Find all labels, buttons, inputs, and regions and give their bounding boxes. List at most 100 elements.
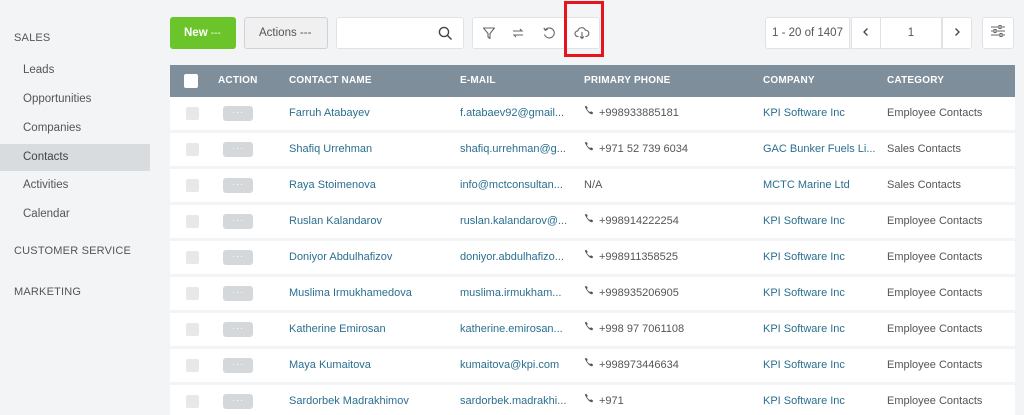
row-action-button[interactable]: ··· [223,214,253,229]
table-row[interactable]: ··· Ruslan Kalandarov ruslan.kalandarov@..… [170,205,1015,238]
row-checkbox[interactable] [186,359,199,372]
sidebar-item-calendar[interactable]: Calendar [0,201,150,228]
company-link[interactable]: KPI Software Inc [763,277,881,310]
email-link[interactable]: doniyor.abdulhafizo... [460,241,578,274]
search-icon[interactable] [438,26,453,46]
phone-cell: +998935206905 [584,277,756,310]
company-link[interactable]: GAC Bunker Fuels Li... [763,133,881,166]
row-action-button[interactable]: ··· [223,250,253,265]
sliders-icon [990,24,1006,43]
company-link[interactable]: KPI Software Inc [763,385,881,415]
phone-icon [584,349,594,381]
contact-name-link[interactable]: Katherine Emirosan [289,313,454,346]
email-link[interactable]: info@mctconsultan... [460,169,578,202]
row-action-button[interactable]: ··· [223,286,253,301]
company-link[interactable]: KPI Software Inc [763,349,881,382]
phone-cell: +971 [584,385,756,415]
email-link[interactable]: katherine.emirosan... [460,313,578,346]
row-checkbox[interactable] [186,287,199,300]
swap-icon[interactable] [502,18,534,48]
highlight-box [564,1,604,57]
row-action-button[interactable]: ··· [223,178,253,193]
row-checkbox[interactable] [186,143,199,156]
header-category[interactable]: CATEGORY [887,65,944,97]
new-button[interactable]: New --- [170,17,236,49]
row-action-button[interactable]: ··· [223,322,253,337]
row-checkbox[interactable] [186,179,199,192]
row-checkbox[interactable] [186,323,199,336]
table-row[interactable]: ··· Muslima Irmukhamedova muslima.irmukham… [170,277,1015,310]
table-row[interactable]: ··· Raya Stoimenova info@mctconsultan... N/… [170,169,1015,202]
sidebar-section-sales[interactable]: SALES [14,32,50,44]
contact-name-link[interactable]: Ruslan Kalandarov [289,205,454,238]
contact-name-link[interactable]: Muslima Irmukhamedova [289,277,454,310]
table-row[interactable]: ··· Katherine Emirosan katherine.emirosan.… [170,313,1015,346]
new-button-label: New [184,27,208,39]
company-link[interactable]: KPI Software Inc [763,97,881,130]
row-action-button[interactable]: ··· [223,394,253,409]
row-checkbox[interactable] [186,251,199,264]
select-all-checkbox[interactable] [184,74,198,88]
row-action-button[interactable]: ··· [223,142,253,157]
table-row[interactable]: ··· Shafiq Urrehman shafiq.urrehman@g... +9… [170,133,1015,166]
row-action-button[interactable]: ··· [223,358,253,373]
email-link[interactable]: sardorbek.madrakhi... [460,385,578,415]
email-link[interactable]: shafiq.urrehman@g... [460,133,578,166]
table-row[interactable]: ··· Sardorbek Madrakhimov sardorbek.madrak… [170,385,1015,415]
sidebar-item-companies[interactable]: Companies [0,115,150,142]
email-link[interactable]: kumaitova@kpi.com [460,349,578,382]
row-checkbox[interactable] [186,215,199,228]
sidebar-item-activities[interactable]: Activities [0,172,150,199]
contact-name-link[interactable]: Farruh Atabayev [289,97,454,130]
row-action-button[interactable]: ··· [223,106,253,121]
company-link[interactable]: MCTC Marine Ltd [763,169,881,202]
refresh-icon[interactable] [533,18,565,48]
sidebar-item-opportunities[interactable]: Opportunities [0,86,150,113]
next-page-button[interactable] [942,17,972,49]
phone-text: +998933885181 [599,107,679,119]
phone-text: +971 [599,395,624,407]
email-link[interactable]: ruslan.kalandarov@... [460,205,578,238]
email-link[interactable]: muslima.irmukham... [460,277,578,310]
contact-name-link[interactable]: Sardorbek Madrakhimov [289,385,454,415]
sidebar-section-customer-service[interactable]: CUSTOMER SERVICE [14,245,131,257]
header-primary-phone[interactable]: PRIMARY PHONE [584,65,671,97]
sidebar-section-marketing[interactable]: MARKETING [14,286,81,298]
phone-cell: +971 52 739 6034 [584,133,756,166]
page-number-input[interactable] [881,18,941,48]
phone-cell: +998911358525 [584,241,756,274]
phone-text: +998911358525 [599,251,679,263]
company-link[interactable]: KPI Software Inc [763,313,881,346]
category-cell: Employee Contacts [887,323,983,335]
pager-range: 1 - 20 of 1407 [765,17,850,49]
header-email[interactable]: E-MAIL [460,65,496,97]
actions-button[interactable]: Actions --- [244,17,328,49]
contact-name-link[interactable]: Raya Stoimenova [289,169,454,202]
contact-name-link[interactable]: Shafiq Urrehman [289,133,454,166]
filter-icon[interactable] [473,18,505,48]
category-cell: Sales Contacts [887,143,961,155]
sidebar-item-contacts[interactable]: Contacts [0,144,150,171]
row-checkbox[interactable] [186,107,199,120]
company-link[interactable]: KPI Software Inc [763,241,881,274]
column-settings-button[interactable] [982,17,1014,49]
contact-name-link[interactable]: Maya Kumaitova [289,349,454,382]
header-contact-name[interactable]: CONTACT NAME [289,65,372,97]
header-company[interactable]: COMPANY [763,65,815,97]
search-input[interactable] [343,18,439,48]
phone-text: +971 52 739 6034 [599,143,689,155]
company-link[interactable]: KPI Software Inc [763,205,881,238]
table-row[interactable]: ··· Farruh Atabayev f.atabaev92@gmail... +9… [170,97,1015,130]
row-checkbox[interactable] [186,395,199,408]
phone-text: N/A [584,179,603,191]
table-row[interactable]: ··· Doniyor Abdulhafizov doniyor.abdulhafi… [170,241,1015,274]
sidebar-item-leads[interactable]: Leads [0,57,150,84]
contact-name-link[interactable]: Doniyor Abdulhafizov [289,241,454,274]
phone-cell: +998933885181 [584,97,756,130]
prev-page-button[interactable] [851,17,881,49]
phone-icon [584,205,594,237]
table-row[interactable]: ··· Maya Kumaitova kumaitova@kpi.com +99897… [170,349,1015,382]
category-cell: Employee Contacts [887,359,983,371]
email-link[interactable]: f.atabaev92@gmail... [460,97,578,130]
sidebar: SALES Leads Opportunities Companies Cont… [0,0,162,415]
